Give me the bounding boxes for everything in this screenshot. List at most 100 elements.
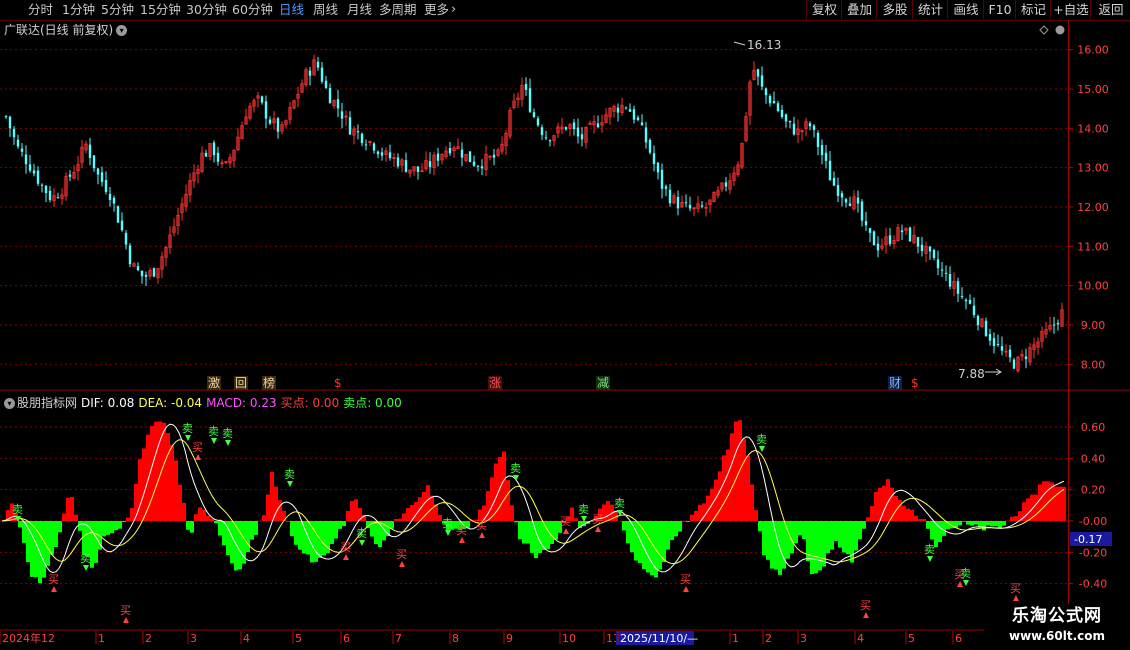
event-tag-0[interactable]: 激: [207, 376, 222, 390]
candle-body-up: [424, 160, 428, 170]
indicator-name[interactable]: 股朋指标网: [17, 396, 77, 410]
period-tab-4[interactable]: 30分钟: [186, 1, 227, 19]
candle-body-up: [504, 132, 508, 147]
macd-bar-positive: [1050, 482, 1054, 521]
sell-signal-label: 卖: [356, 527, 367, 540]
period-tab-5[interactable]: 60分钟: [232, 1, 273, 19]
macd-bar-negative: [794, 521, 798, 544]
toolbar-button-4[interactable]: 画线: [947, 0, 984, 19]
macd-bar-positive: [922, 518, 926, 521]
macd-bar-positive: [350, 501, 354, 521]
candle-body-up: [800, 130, 804, 132]
candle-body-down: [844, 199, 848, 203]
candle-body-down: [112, 197, 116, 204]
macd-bar-positive: [434, 504, 438, 521]
candle-body-up: [488, 155, 492, 158]
candle-body-down: [688, 204, 692, 209]
candle-body-down: [540, 127, 544, 136]
toolbar-button-8[interactable]: 返回: [1090, 0, 1130, 19]
macd-bar-positive: [70, 496, 74, 521]
candle-body-up: [552, 135, 556, 141]
upper-chart-title[interactable]: 广联达(日线 前复权) ▾: [4, 21, 128, 38]
buy-signal-label: 买: [592, 513, 603, 526]
toolbar-button-6[interactable]: 标记: [1015, 0, 1051, 19]
chevron-down-icon[interactable]: ▾: [4, 398, 15, 409]
period-tab-2[interactable]: 5分钟: [101, 1, 134, 19]
macd-bar-negative: [246, 521, 250, 553]
candle-body-down: [932, 249, 936, 258]
period-tab-1[interactable]: 1分钟: [62, 1, 95, 19]
toolbar-button-0[interactable]: 复权: [806, 0, 842, 19]
candle-body-down: [360, 133, 364, 143]
candle-body-down: [916, 237, 920, 247]
macd-bar-positive: [394, 518, 398, 521]
x-axis-label: 10: [562, 632, 576, 645]
dea-line: [1, 439, 1065, 565]
macd-tick-label: -0.00: [1079, 515, 1107, 528]
candle-body-down: [808, 123, 812, 127]
candlesticks: [4, 41, 1064, 376]
high-price-label: 16.13: [747, 38, 781, 52]
toolbar-button-5[interactable]: F10: [983, 0, 1016, 19]
toolbar-button-2[interactable]: 多股: [876, 0, 913, 19]
period-tab-3[interactable]: 15分钟: [140, 1, 181, 19]
event-tag-4[interactable]: 涨: [488, 376, 503, 390]
macd-bar-negative: [526, 521, 530, 544]
macd-bar-negative: [930, 521, 934, 540]
candle-body-down: [544, 137, 548, 139]
macd-bar-positive: [746, 455, 750, 521]
macd-bar-negative: [802, 521, 806, 540]
macd-bar-negative: [814, 521, 818, 574]
macd-bar-negative: [110, 521, 114, 534]
candle-body-down: [636, 117, 640, 120]
candle-body-up: [716, 190, 720, 196]
period-tab-9[interactable]: 多周期: [379, 1, 417, 19]
period-tab-6[interactable]: 日线: [279, 1, 304, 19]
candle-body-up: [252, 100, 256, 107]
toolbar-button-1[interactable]: 叠加: [841, 0, 877, 19]
candle-body-down: [268, 119, 272, 124]
candle-body-down: [276, 118, 280, 132]
low-price-label: 7.88: [958, 367, 985, 381]
toolbar-button-7[interactable]: +自选: [1050, 0, 1091, 19]
candle-body-down: [364, 144, 368, 146]
period-tab-0[interactable]: 分时: [28, 1, 53, 19]
sell-arrow-icon: [287, 481, 293, 487]
event-tag-6[interactable]: 财: [888, 376, 903, 390]
event-tag-1[interactable]: 回: [234, 376, 249, 390]
toolbar-button-3[interactable]: 统计: [912, 0, 948, 19]
candle-body-down: [848, 203, 852, 207]
candle-body-down: [824, 152, 828, 161]
macd-bar-positive: [734, 421, 738, 521]
period-tab-7[interactable]: 周线: [313, 1, 338, 19]
macd-bar-negative: [318, 521, 322, 558]
macd-bar-negative: [798, 521, 802, 536]
period-tab-10[interactable]: 更多: [424, 1, 449, 19]
macd-bar-negative: [846, 521, 850, 555]
macd-bar-positive: [130, 508, 134, 521]
macd-bar-negative: [38, 521, 42, 584]
event-tag-5[interactable]: 减: [596, 376, 611, 390]
price-tick-label: 11.00: [1077, 240, 1109, 253]
macd-bar-negative: [998, 521, 1002, 529]
buy-value: 买点: 0.00: [280, 396, 340, 410]
event-tag-3[interactable]: $: [333, 376, 343, 390]
candle-body-down: [788, 120, 792, 123]
macd-bar-negative: [778, 521, 782, 575]
chevron-down-icon[interactable]: ▾: [116, 25, 128, 36]
event-tag-2[interactable]: 榜: [262, 376, 277, 390]
buy-sell-marks: 卖卖卖卖卖卖卖卖卖卖 卖卖卖卖买买买买买买买买买买买买买: [12, 422, 1021, 623]
stock-chart[interactable]: 卖卖卖卖卖卖卖卖卖卖 卖卖卖卖买买买买买买买买买买买买买 16.0015.0014…: [0, 0, 1130, 650]
macd-bar-positive: [714, 479, 718, 521]
buy-arrow-icon: [343, 554, 349, 560]
macd-bar-negative: [458, 521, 462, 531]
period-tab-8[interactable]: 月线: [347, 1, 372, 19]
candle-body-down: [1052, 324, 1056, 326]
x-axis-label: 2024年12: [2, 631, 55, 645]
macd-bar-positive: [726, 449, 730, 521]
macd-bar-positive: [14, 513, 18, 521]
event-tag-7[interactable]: $: [910, 376, 920, 390]
candle-body-up: [712, 191, 716, 203]
macd-bar-negative: [82, 521, 86, 555]
macd-bar-positive: [894, 495, 898, 521]
